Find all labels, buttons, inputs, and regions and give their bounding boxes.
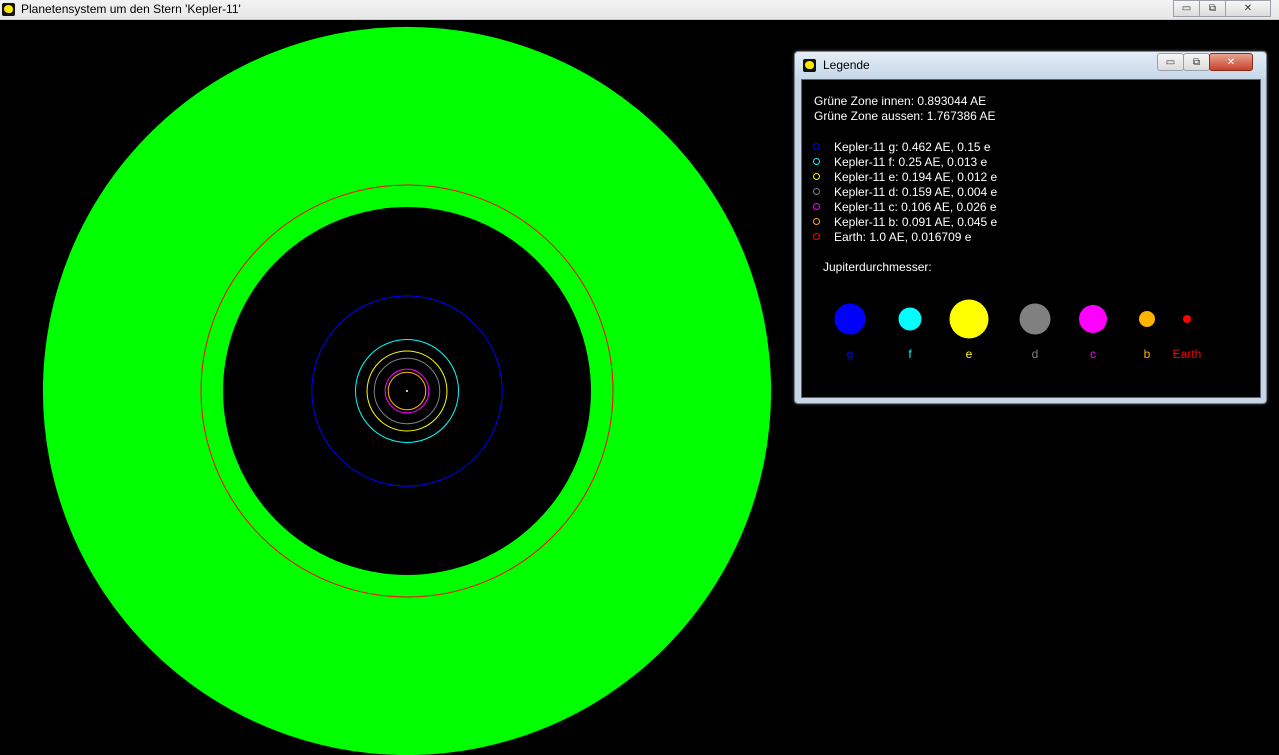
minimize-icon: ▭ [1165, 56, 1176, 68]
legend-planet-label: Kepler-11 c: 0.106 AE, 0.026 e [834, 199, 997, 214]
planet-size-label: e [965, 347, 973, 361]
window-controls: ▭ ⧉ ✕ [1173, 0, 1271, 17]
legend-content: Grüne Zone innen: 0.893044 AE Grüne Zone… [801, 79, 1261, 398]
planet-size-disc [834, 303, 866, 335]
legend-planet-row: Kepler-11 b: 0.091 AE, 0.045 e [813, 214, 997, 229]
window-title: Planetensystem um den Stern 'Kepler-11' [21, 2, 241, 16]
legend-title-bar[interactable]: Legende ▭ ⧉ ✕ [795, 52, 1266, 78]
legend-planet-row: Kepler-11 f: 0.25 AE, 0.013 e [813, 154, 987, 169]
close-icon: ✕ [1226, 56, 1236, 68]
planet-size-disc [949, 299, 989, 339]
legend-planet-label: Kepler-11 g: 0.462 AE, 0.15 e [834, 139, 991, 154]
legend-planet-row: Kepler-11 d: 0.159 AE, 0.004 e [813, 184, 997, 199]
app-icon[interactable] [2, 3, 15, 16]
orbit-canvas [43, 27, 771, 755]
legend-app-icon[interactable] [803, 59, 816, 72]
minimize-icon: ▭ [1181, 3, 1192, 14]
planet-size-label: c [1090, 347, 1096, 361]
orbit-color-marker [813, 218, 820, 225]
planet-size-disc [898, 307, 922, 331]
legend-planet-row: Earth: 1.0 AE, 0.016709 e [813, 229, 971, 244]
planet-size-label: d [1031, 347, 1039, 361]
legend-planet-label: Kepler-11 b: 0.091 AE, 0.045 e [834, 214, 998, 229]
legend-planet-label: Kepler-11 d: 0.159 AE, 0.004 e [834, 184, 998, 199]
maximize-button[interactable]: ⧉ [1199, 0, 1226, 17]
orbit-color-marker [813, 233, 820, 240]
maximize-icon: ⧉ [1208, 3, 1217, 14]
zone-inner-text: Grüne Zone innen: 0.893044 AE [814, 94, 987, 108]
minimize-button[interactable]: ▭ [1173, 0, 1200, 17]
legend-window: Legende ▭ ⧉ ✕ Grüne Zone innen: 0.893044… [794, 51, 1267, 404]
planet-size-label: f [908, 347, 912, 361]
legend-maximize-button[interactable]: ⧉ [1183, 53, 1210, 71]
planet-size-disc [1019, 303, 1051, 335]
legend-title: Legende [823, 58, 870, 72]
legend-planet-label: Kepler-11 e: 0.194 AE, 0.012 e [834, 169, 998, 184]
zone-outer-text: Grüne Zone aussen: 1.767386 AE [814, 109, 996, 123]
main-window: Planetensystem um den Stern 'Kepler-11' … [0, 0, 1279, 755]
maximize-icon: ⧉ [1192, 56, 1201, 68]
orbit-color-marker [813, 188, 820, 195]
diameter-heading: Jupiterdurchmesser: [823, 260, 932, 274]
orbit-color-marker [813, 158, 820, 165]
legend-planet-row: Kepler-11 c: 0.106 AE, 0.026 e [813, 199, 997, 214]
planet-size-label: b [1143, 347, 1151, 361]
planet-size-disc [1183, 315, 1191, 323]
orbit-color-marker [813, 203, 820, 210]
planet-size-label: g [846, 347, 854, 361]
star-marker [406, 390, 408, 392]
orbit-color-marker [813, 143, 820, 150]
legend-close-button[interactable]: ✕ [1209, 53, 1253, 71]
orbit-color-marker [813, 173, 820, 180]
planet-size-label: Earth [1172, 347, 1202, 361]
planet-size-disc [1079, 305, 1107, 333]
planet-size-disc [1139, 311, 1155, 327]
close-button[interactable]: ✕ [1225, 0, 1271, 17]
legend-planet-row: Kepler-11 g: 0.462 AE, 0.15 e [813, 139, 991, 154]
legend-planet-label: Kepler-11 f: 0.25 AE, 0.013 e [834, 154, 988, 169]
legend-minimize-button[interactable]: ▭ [1157, 53, 1184, 71]
legend-planet-label: Earth: 1.0 AE, 0.016709 e [834, 229, 972, 244]
title-bar[interactable]: Planetensystem um den Stern 'Kepler-11' … [0, 0, 1279, 20]
legend-planet-row: Kepler-11 e: 0.194 AE, 0.012 e [813, 169, 997, 184]
close-icon: ✕ [1243, 3, 1253, 14]
legend-window-controls: ▭ ⧉ ✕ [1157, 53, 1253, 71]
